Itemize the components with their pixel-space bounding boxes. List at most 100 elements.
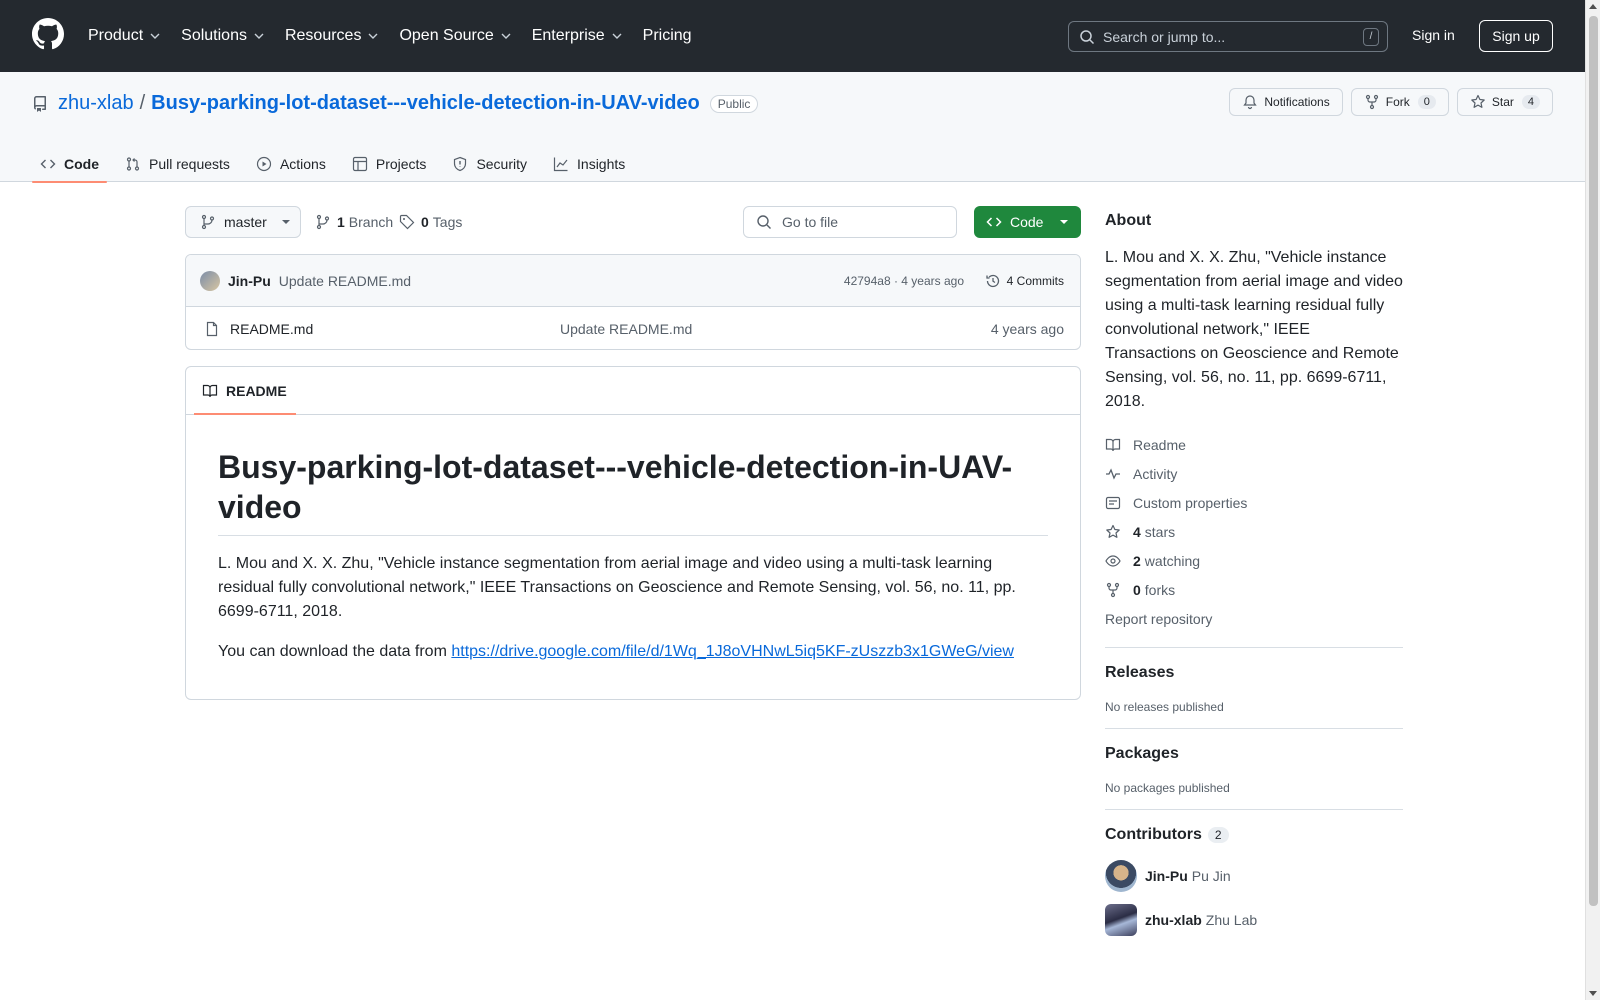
fork-label: Fork	[1385, 95, 1410, 109]
chevron-down-icon	[501, 33, 511, 39]
nav-resources[interactable]: Resources	[285, 27, 379, 45]
tab-projects[interactable]: Projects	[344, 146, 435, 182]
search-input[interactable]: Search or jump to... /	[1068, 21, 1388, 52]
repo-title: zhu-xlab / Busy-parking-lot-dataset---ve…	[32, 92, 759, 115]
page-scrollbar[interactable]	[1585, 0, 1600, 1000]
readme-download-paragraph: You can download the data from https://d…	[218, 640, 1048, 664]
repo-header: zhu-xlab / Busy-parking-lot-dataset---ve…	[0, 72, 1585, 183]
packages-heading[interactable]: Packages	[1105, 745, 1403, 763]
branch-icon	[316, 214, 330, 230]
tags-count: 0	[421, 214, 429, 230]
file-commit-message-link[interactable]: Update README.md	[560, 321, 692, 337]
code-button[interactable]: Code	[974, 206, 1081, 238]
releases-empty-text: No releases published	[1105, 700, 1224, 714]
code-icon	[986, 217, 1002, 227]
search-icon	[1080, 29, 1095, 44]
avatar[interactable]	[1105, 904, 1137, 936]
tab-insights[interactable]: Insights	[545, 146, 633, 182]
repo-actions: Notifications Fork 0 Star 4	[1221, 88, 1553, 116]
releases-heading[interactable]: Releases	[1105, 664, 1403, 682]
fork-icon	[1106, 582, 1120, 597]
stars-label: stars	[1144, 523, 1176, 540]
nav-enterprise[interactable]: Enterprise	[532, 27, 623, 45]
nav-label: Open Source	[399, 27, 494, 44]
watchers-link[interactable]: 2 watching	[1105, 546, 1403, 575]
tags-link[interactable]: 0 Tags	[399, 206, 462, 238]
star-icon	[1471, 94, 1485, 108]
report-repository-link[interactable]: Report repository	[1105, 604, 1403, 633]
book-icon	[202, 384, 218, 397]
go-to-file-input[interactable]: Go to file	[743, 206, 957, 238]
contributor-item[interactable]: zhu-xlab Zhu Lab	[1105, 904, 1403, 936]
contributor-item[interactable]: Jin-Pu Pu Jin	[1105, 860, 1403, 892]
custom-properties-label: Custom properties	[1133, 494, 1248, 511]
about-links: Readme Activity Custom properties 4 star…	[1105, 430, 1403, 633]
tab-security[interactable]: Security	[444, 146, 535, 182]
contributor-login: zhu-xlab	[1145, 912, 1202, 928]
avatar[interactable]	[200, 270, 220, 291]
tab-pull-requests[interactable]: Pull requests	[117, 146, 238, 182]
divider	[1105, 728, 1403, 729]
sign-up-button[interactable]: Sign up	[1479, 20, 1553, 52]
nav-pricing[interactable]: Pricing	[643, 27, 692, 45]
activity-link[interactable]: Activity	[1105, 459, 1403, 488]
nav-open-source[interactable]: Open Source	[399, 27, 511, 45]
nav-solutions[interactable]: Solutions	[181, 27, 265, 45]
branches-count: 1	[337, 214, 345, 230]
branch-selector[interactable]: master	[185, 206, 301, 238]
scroll-up-arrow-icon[interactable]	[1589, 4, 1597, 9]
commits-history-link[interactable]: 4 Commits	[985, 273, 1064, 289]
repo-icon	[34, 95, 46, 112]
custom-properties-link[interactable]: Custom properties	[1105, 488, 1403, 517]
tags-label: Tags	[432, 214, 463, 230]
stars-link[interactable]: 4 stars	[1105, 517, 1403, 546]
commit-author-link[interactable]: Jin-Pu	[228, 273, 271, 289]
file-name-link[interactable]: README.md	[230, 321, 313, 337]
github-logo-icon[interactable]	[32, 18, 64, 50]
tab-label: Projects	[375, 156, 427, 172]
notifications-button[interactable]: Notifications	[1229, 88, 1343, 116]
commit-message-link[interactable]: Update README.md	[279, 273, 411, 289]
file-list: Jin-Pu Update README.md 42794a8 · 4 year…	[185, 254, 1081, 350]
commit-hash-and-time[interactable]: 42794a8 · 4 years ago	[844, 274, 964, 288]
scrollbar-thumb[interactable]	[1589, 16, 1598, 906]
contributors-heading-label: Contributors	[1105, 826, 1202, 843]
readme-content: Busy-parking-lot-dataset---vehicle-detec…	[186, 415, 1080, 664]
repo-sidebar: About L. Mou and X. X. Zhu, "Vehicle ins…	[1105, 206, 1403, 936]
readme-title: Busy-parking-lot-dataset---vehicle-detec…	[218, 447, 1048, 536]
nav-label: Solutions	[181, 27, 247, 44]
branches-link[interactable]: 1 Branch	[315, 206, 393, 238]
repo-name-link[interactable]: Busy-parking-lot-dataset---vehicle-detec…	[151, 92, 700, 115]
readme-link[interactable]: Readme	[1105, 430, 1403, 459]
scroll-down-arrow-icon[interactable]	[1589, 991, 1597, 996]
star-button[interactable]: Star 4	[1456, 88, 1553, 116]
divider	[1105, 809, 1403, 810]
contributors-heading[interactable]: Contributors 2	[1105, 826, 1403, 844]
shield-icon	[454, 156, 467, 172]
fork-button[interactable]: Fork 0	[1350, 88, 1449, 116]
repo-owner-link[interactable]: zhu-xlab	[58, 92, 134, 115]
search-shortcut-hint: /	[1363, 27, 1379, 46]
forks-link[interactable]: 0 forks	[1105, 575, 1403, 604]
fork-icon	[1365, 94, 1378, 110]
chevron-down-icon	[150, 33, 160, 39]
download-link[interactable]: https://drive.google.com/file/d/1Wq_1J8o…	[451, 643, 1014, 660]
table-icon	[352, 156, 367, 172]
readme-tab[interactable]: README	[186, 367, 1080, 415]
file-row[interactable]: README.md Update README.md 4 years ago	[186, 307, 1080, 349]
avatar[interactable]	[1105, 860, 1137, 892]
branches-label: Branch	[348, 214, 394, 230]
book-icon	[1105, 438, 1121, 451]
nav-product[interactable]: Product	[88, 27, 161, 45]
contributors-list: Jin-Pu Pu Jin zhu-xlab Zhu Lab	[1105, 860, 1403, 936]
branch-icon	[201, 214, 215, 230]
caret-down-icon	[281, 220, 290, 224]
readme-citation: L. Mou and X. X. Zhu, "Vehicle instance …	[218, 555, 1016, 620]
tab-actions[interactable]: Actions	[248, 146, 334, 182]
tab-code[interactable]: Code	[32, 146, 107, 183]
tab-label: Security	[476, 156, 528, 172]
tab-label: Pull requests	[149, 156, 230, 172]
contributor-login: Jin-Pu	[1145, 868, 1188, 884]
visibility-badge: Public	[709, 94, 759, 113]
sign-in-link[interactable]: Sign in	[1412, 27, 1455, 43]
